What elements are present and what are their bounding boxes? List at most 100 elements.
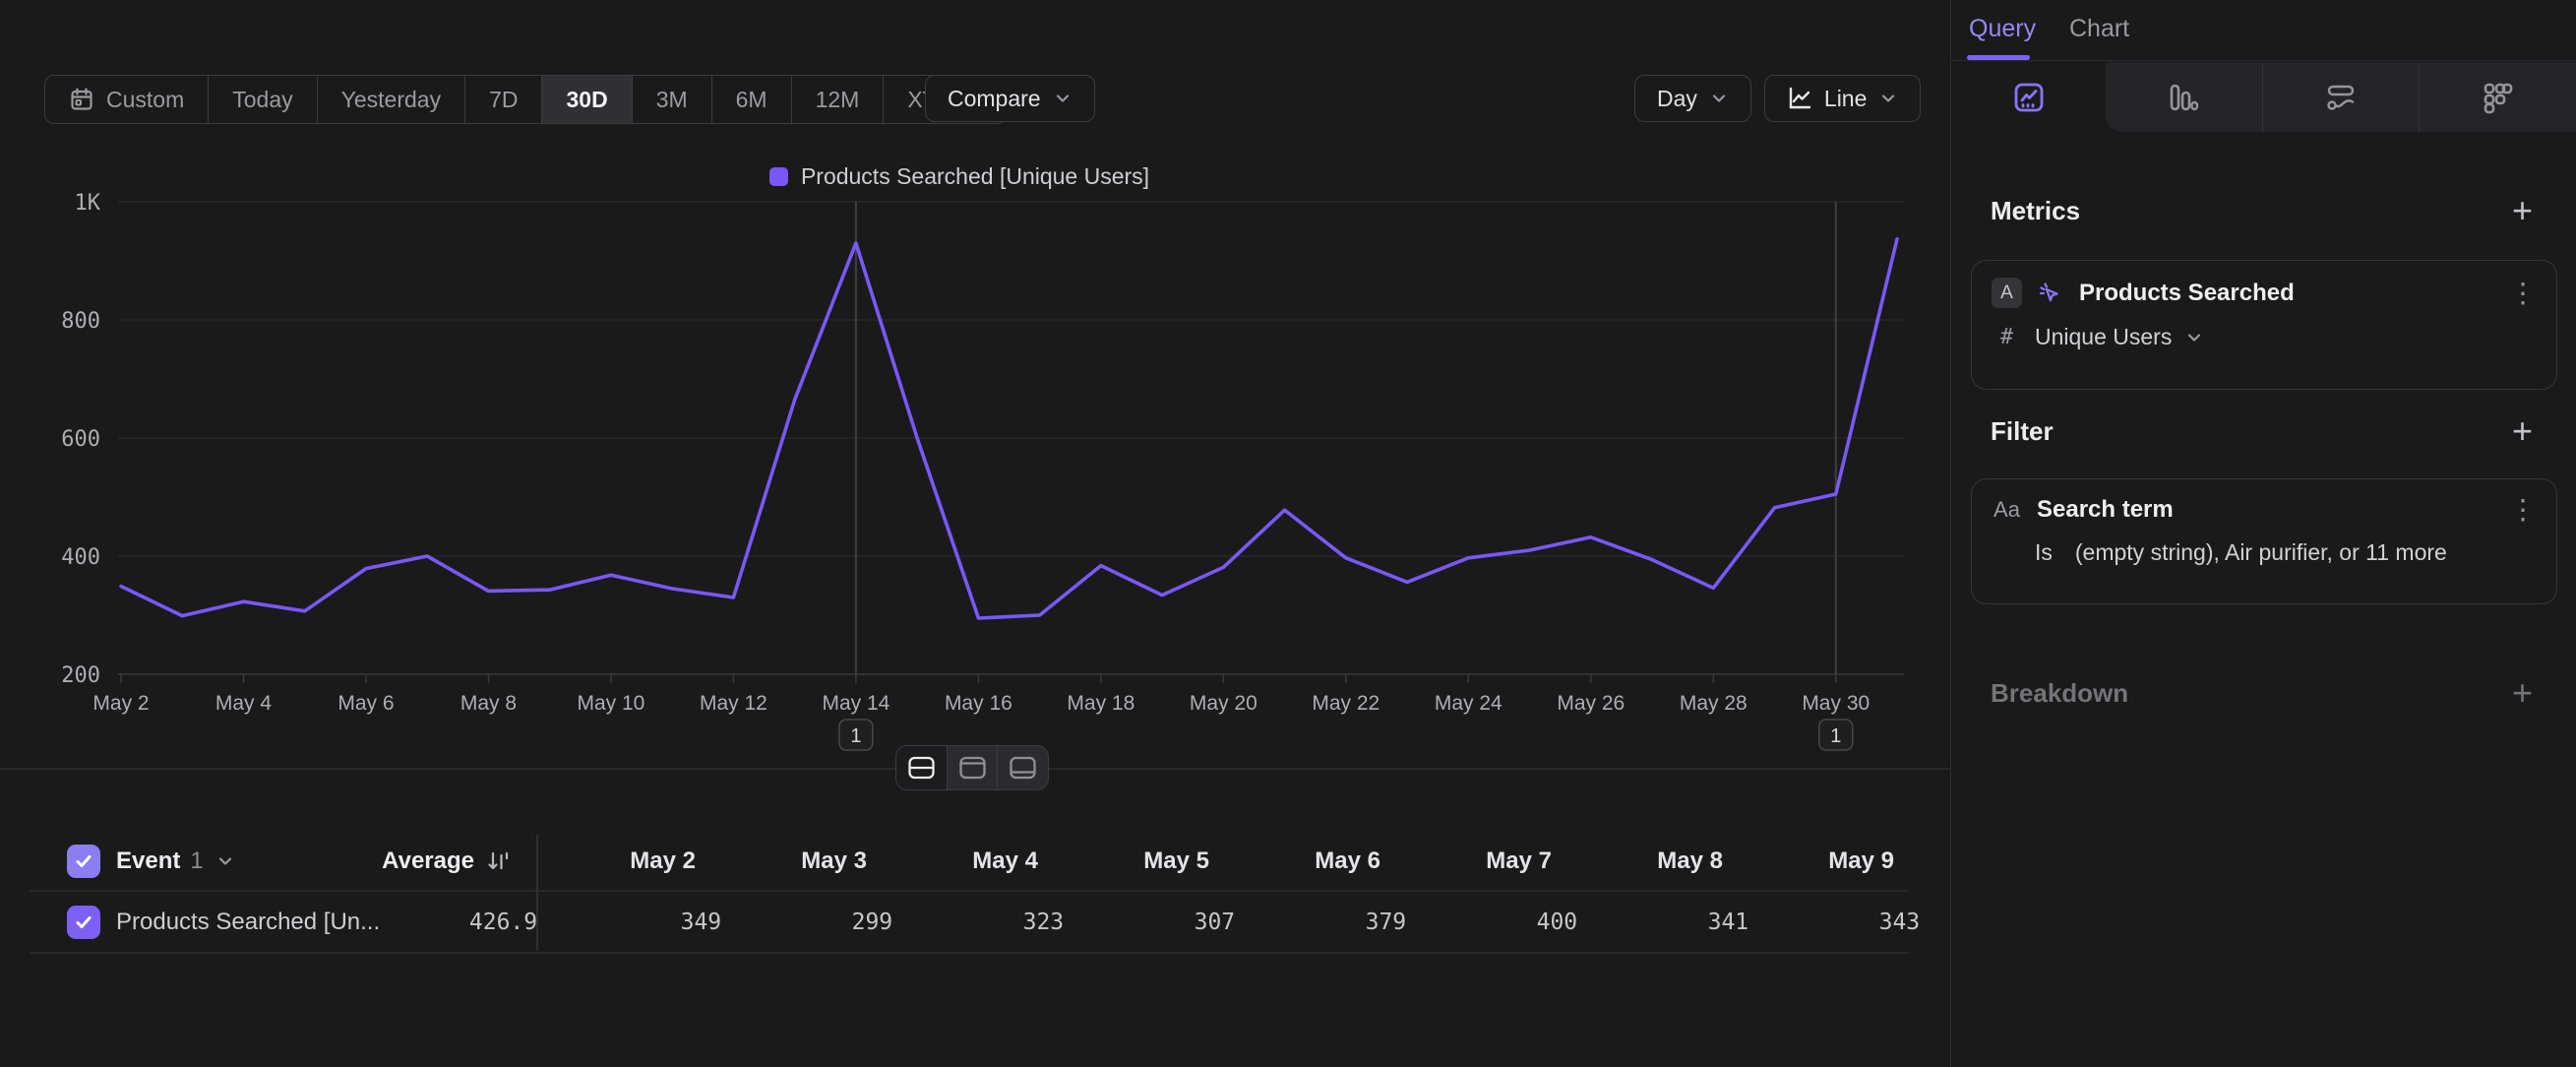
line-chart-icon — [1787, 86, 1812, 111]
funnels-icon — [2168, 82, 2199, 113]
day-value-cell: 400 — [1418, 910, 1589, 935]
range-30d[interactable]: 30D — [541, 76, 631, 123]
metric-card[interactable]: A Products Searched ⋮ # Unique Users — [1971, 260, 2557, 390]
table-row[interactable]: Products Searched [Un... 426.9 349299323… — [0, 892, 1950, 953]
sort-descending-icon[interactable] — [486, 848, 512, 874]
active-tab-underline — [1967, 55, 2030, 60]
view-toggle-split[interactable] — [896, 746, 947, 789]
range-12m[interactable]: 12M — [791, 76, 884, 123]
metrics-title: Metrics — [1991, 196, 2080, 226]
select-all-checkbox[interactable] — [67, 845, 100, 878]
y-axis-tick: 800 — [61, 309, 100, 334]
row-event-label: Products Searched [Un... — [116, 909, 380, 936]
range-7d[interactable]: 7D — [464, 76, 541, 123]
retention-icon — [2482, 81, 2515, 114]
day-column-header[interactable]: May 5 — [1050, 847, 1221, 875]
range-6m[interactable]: 6M — [711, 76, 791, 123]
filter-property-name[interactable]: Search term — [2037, 496, 2494, 524]
day-column-header[interactable]: May 6 — [1221, 847, 1392, 875]
metric-letter-badge: A — [1992, 278, 2022, 308]
row-checkbox[interactable] — [67, 906, 100, 939]
view-toggle — [895, 745, 1049, 790]
range-label: Today — [232, 87, 292, 113]
report-type-tabs — [1951, 62, 2576, 132]
y-axis-tick: 1K — [75, 191, 101, 216]
day-value-cell: 341 — [1589, 910, 1760, 935]
day-value-cell: 323 — [904, 910, 1075, 935]
day-column-header[interactable]: May 4 — [879, 847, 1050, 875]
range-label: 3M — [656, 87, 688, 113]
inactive-report-tabs — [2106, 62, 2576, 132]
compare-label: Compare — [948, 86, 1041, 112]
x-axis-tick: May 26 — [1557, 692, 1625, 715]
chevron-down-icon — [1709, 89, 1729, 108]
granularity-label: Day — [1657, 86, 1697, 112]
tab-flows[interactable] — [2262, 62, 2420, 132]
x-axis-tick: May 20 — [1190, 692, 1257, 715]
add-metric-button[interactable]: + — [2512, 197, 2533, 225]
chart-legend[interactable]: Products Searched [Unique Users] — [0, 163, 1919, 190]
chevron-down-icon[interactable] — [2184, 328, 2204, 347]
range-yesterday[interactable]: Yesterday — [317, 76, 464, 123]
breakdown-section-header: Breakdown + — [1991, 675, 2533, 711]
day-column-header[interactable]: May 7 — [1392, 847, 1564, 875]
day-value-cell: 349 — [562, 910, 733, 935]
annotation-badge-count: 1 — [850, 725, 861, 747]
filter-kebab-menu[interactable]: ⋮ — [2509, 496, 2537, 524]
tab-retention[interactable] — [2419, 62, 2576, 132]
x-axis-tick: May 22 — [1312, 692, 1380, 715]
metric-event-name[interactable]: Products Searched — [2079, 280, 2494, 307]
chart-type-label: Line — [1824, 86, 1867, 112]
series-line[interactable] — [121, 239, 1897, 618]
y-axis-tick: 600 — [61, 427, 100, 452]
day-column-header[interactable]: May 8 — [1564, 847, 1735, 875]
check-icon — [74, 912, 93, 932]
split-view-icon — [908, 756, 935, 780]
legend-swatch — [769, 167, 788, 186]
range-3m[interactable]: 3M — [632, 76, 711, 123]
x-axis-tick: May 24 — [1435, 692, 1503, 715]
date-range-group: CustomTodayYesterday7D30D3M6M12MXTD — [44, 75, 1007, 124]
filter-section-header: Filter + — [1991, 413, 2533, 449]
aggregation-selector[interactable]: Unique Users — [2035, 324, 2172, 350]
y-axis-tick: 400 — [61, 545, 100, 570]
day-column-header[interactable]: May 9 — [1735, 847, 1906, 875]
y-axis-tick: 200 — [61, 663, 100, 688]
add-breakdown-button[interactable]: + — [2512, 679, 2533, 708]
range-label: 7D — [489, 87, 518, 113]
x-axis-tick: May 4 — [215, 692, 273, 715]
tab-query[interactable]: Query — [1969, 15, 2036, 43]
line-chart[interactable]: 1K800600400200May 2May 4May 6May 8May 10… — [0, 187, 1919, 758]
calendar-icon — [69, 87, 94, 112]
tab-funnels[interactable] — [2106, 62, 2262, 132]
range-custom[interactable]: Custom — [45, 76, 208, 123]
table-only-view-icon — [1010, 756, 1036, 780]
day-column-header[interactable]: May 2 — [536, 847, 707, 875]
day-value-cell: 299 — [733, 910, 904, 935]
table-divider — [30, 952, 1909, 954]
view-toggle-chart-only[interactable] — [947, 746, 998, 789]
average-column-header[interactable]: Average — [382, 847, 474, 875]
chart-type-button[interactable]: Line — [1764, 75, 1921, 122]
granularity-button[interactable]: Day — [1634, 75, 1751, 122]
flows-icon — [2324, 82, 2358, 113]
add-filter-button[interactable]: + — [2512, 417, 2533, 446]
compare-button[interactable]: Compare — [925, 75, 1095, 122]
string-type-icon: Aa — [1992, 497, 2022, 523]
annotation-badge-count: 1 — [1830, 725, 1841, 747]
filter-card[interactable]: Aa Search term ⋮ Is (empty string), Air … — [1971, 478, 2557, 604]
chevron-down-icon — [1053, 89, 1073, 108]
tab-chart[interactable]: Chart — [2069, 15, 2129, 43]
metric-kebab-menu[interactable]: ⋮ — [2509, 280, 2537, 307]
view-toggle-table-only[interactable] — [997, 746, 1048, 789]
x-axis-tick: May 8 — [460, 692, 517, 715]
chevron-down-icon[interactable] — [215, 851, 235, 871]
day-column-header[interactable]: May 3 — [707, 847, 879, 875]
main-area: CustomTodayYesterday7D30D3M6M12MXTD Comp… — [0, 0, 1950, 1067]
filter-operator[interactable]: Is — [2035, 539, 2053, 566]
x-axis-tick: May 10 — [577, 692, 644, 715]
range-today[interactable]: Today — [208, 76, 316, 123]
tab-insights[interactable] — [1951, 62, 2106, 132]
event-column-header: Event — [116, 847, 180, 875]
filter-value[interactable]: (empty string), Air purifier, or 11 more — [2075, 539, 2447, 566]
